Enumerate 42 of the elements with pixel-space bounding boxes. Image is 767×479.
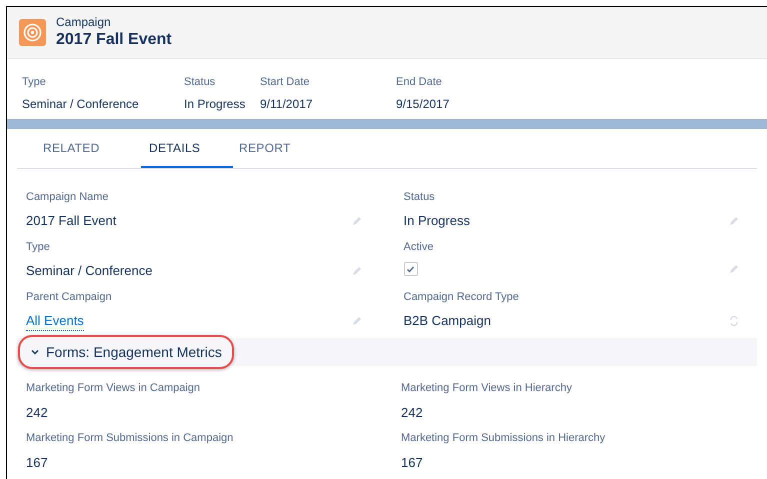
field-label: Campaign Name [26,190,110,205]
section-toggle[interactable]: Forms: Engagement Metrics [18,335,234,369]
field-label: Marketing Form Views in Hierarchy [401,381,573,396]
chevron-icon [30,347,40,357]
field-value: 167 [401,454,424,472]
target-icon [19,19,46,46]
swap-icon[interactable] [729,316,739,326]
highlight-label: Status [184,75,216,90]
field-label: Marketing Form Submissions in Campaign [26,431,234,446]
tab[interactable]: RELATED [43,129,135,168]
record-title: 2017 Fall Event [56,30,172,50]
pencil-icon[interactable] [729,216,739,226]
parent-campaign-link[interactable]: All Events [26,310,84,331]
field-label: Parent Campaign [26,290,113,305]
field-label: Status [404,190,436,205]
field-label: Marketing Form Views in Campaign [26,381,202,396]
highlight-label: End Date [396,75,443,90]
pencil-icon[interactable] [352,316,362,326]
field-value: In Progress [404,212,470,230]
field-value: 242 [26,404,49,422]
highlight-value: In Progress [184,96,246,112]
field-value: Seminar / Conference [26,262,152,280]
pencil-icon[interactable] [729,264,739,274]
tab[interactable]: DETAILS [141,129,233,168]
highlight-label: Type [22,75,47,90]
highlight-value: 9/11/2017 [260,96,314,112]
field-value: 242 [401,404,424,422]
check-icon [406,264,415,274]
tab[interactable]: REPORT [239,129,331,168]
field-value: B2B Campaign [404,312,491,330]
highlight-value: Seminar / Conference [22,96,140,112]
highlight-label: Start Date [260,75,311,90]
field-value: 167 [26,454,49,472]
field-label: Campaign Record Type [404,290,520,305]
field-label: Active [404,240,434,255]
pencil-icon[interactable] [352,216,362,226]
object-type: Campaign [56,15,112,30]
pencil-icon[interactable] [352,266,362,276]
field-label: Type [26,240,51,255]
highlight-value: 9/15/2017 [396,96,450,112]
field-value: 2017 Fall Event [26,212,116,230]
field-label: Marketing Form Submissions in Hierarchy [401,431,606,446]
